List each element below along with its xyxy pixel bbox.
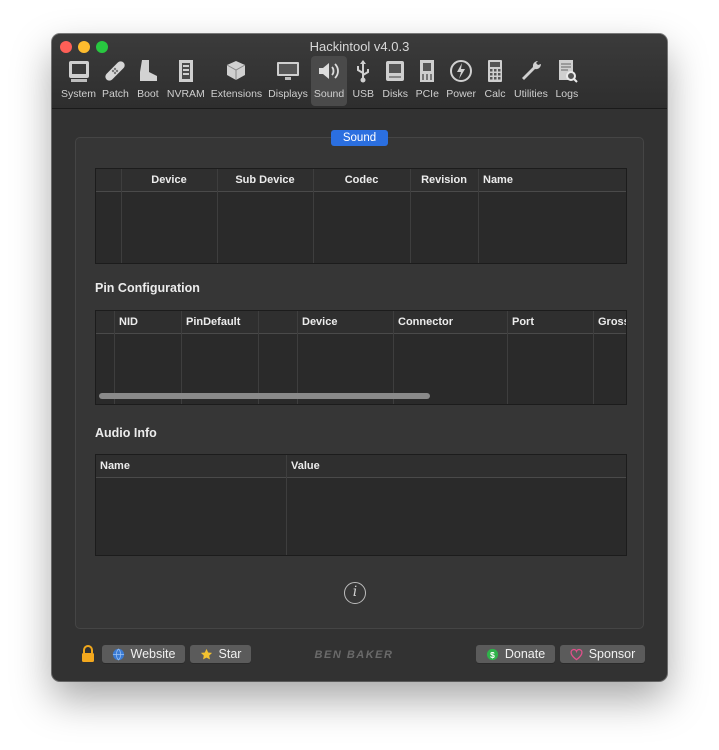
dollar-icon: $ — [486, 648, 498, 660]
star-icon — [200, 648, 212, 659]
column-divider — [114, 311, 115, 404]
column-divider — [593, 311, 594, 404]
pin-configuration-table[interactable]: NID PinDefault Device Connector Port Gro… — [95, 310, 627, 405]
horizontal-scrollbar[interactable] — [99, 393, 430, 399]
toolbar-label: Sound — [313, 88, 345, 100]
toolbar-item-boot[interactable]: Boot — [132, 56, 164, 106]
window-title: Hackintool v4.0.3 — [309, 39, 410, 54]
toolbar-label: Power — [446, 88, 476, 100]
toolbar-label: Boot — [137, 88, 159, 100]
extensions-icon — [223, 56, 249, 86]
column-header-name[interactable]: Name — [483, 169, 623, 191]
toolbar-item-calc[interactable]: Calc — [479, 56, 511, 106]
column-divider — [297, 311, 298, 404]
toolbar-item-patch[interactable]: Patch — [99, 56, 132, 106]
utilities-icon — [518, 56, 544, 86]
column-header-value[interactable]: Value — [291, 455, 591, 477]
column-divider — [393, 311, 394, 404]
toolbar-label: NVRAM — [166, 88, 205, 100]
star-button[interactable]: Star — [190, 645, 251, 663]
devices-table[interactable]: Device Sub Device Codec Revision Name — [95, 168, 627, 264]
toolbar-label: Patch — [102, 88, 129, 100]
column-divider — [478, 169, 479, 263]
toolbar-item-disks[interactable]: Disks — [379, 56, 411, 106]
ben-baker-logo: BEN BAKER — [314, 649, 394, 661]
displays-icon — [275, 56, 301, 86]
svg-text:$: $ — [490, 649, 495, 659]
column-header-port[interactable]: Port — [512, 311, 592, 333]
disks-icon — [382, 56, 408, 86]
info-button[interactable]: i — [344, 582, 366, 604]
column-header-connector[interactable]: Connector — [398, 311, 506, 333]
globe-icon — [112, 648, 124, 660]
donate-label: Donate — [504, 647, 546, 661]
column-divider — [258, 311, 259, 404]
pcie-icon — [414, 56, 440, 86]
patch-icon — [102, 56, 128, 86]
column-header-pindefault[interactable]: PinDefault — [186, 311, 256, 333]
logs-icon — [554, 56, 580, 86]
toolbar-item-system[interactable]: System — [58, 56, 99, 106]
website-button[interactable]: Website — [102, 645, 185, 663]
column-header-device[interactable]: Device — [302, 311, 392, 333]
column-header-revision[interactable]: Revision — [410, 169, 478, 191]
toolbar-label: Logs — [555, 88, 579, 100]
column-header-nid[interactable]: NID — [119, 311, 179, 333]
toolbar-label: Displays — [268, 88, 308, 100]
column-divider — [181, 311, 182, 404]
usb-icon — [350, 56, 376, 86]
column-divider — [286, 455, 287, 555]
toolbar-label: PCIe — [415, 88, 439, 100]
lock-icon[interactable] — [81, 645, 95, 663]
sponsor-button[interactable]: Sponsor — [560, 645, 645, 663]
toolbar-item-logs[interactable]: Logs — [551, 56, 583, 106]
column-header-name[interactable]: Name — [100, 455, 280, 477]
toolbar-label: USB — [352, 88, 375, 100]
toolbar-item-displays[interactable]: Displays — [265, 56, 311, 106]
toolbar-item-extensions[interactable]: Extensions — [208, 56, 265, 106]
heart-icon — [570, 648, 583, 660]
toolbar-label: System — [61, 88, 97, 100]
toolbar-item-sound[interactable]: Sound — [310, 56, 348, 106]
website-label: Website — [130, 647, 176, 661]
toolbar-item-power[interactable]: Power — [443, 56, 479, 106]
boot-icon — [135, 56, 161, 86]
toolbar-item-utilities[interactable]: Utilities — [511, 56, 551, 106]
star-label: Star — [218, 647, 242, 661]
calc-icon — [482, 56, 508, 86]
toolbar-item-usb[interactable]: USB — [347, 56, 379, 106]
app-window: Hackintool v4.0.3 System Patch Boot NVRA… — [52, 34, 667, 681]
column-header-sub-device[interactable]: Sub Device — [217, 169, 313, 191]
column-header-device[interactable]: Device — [121, 169, 217, 191]
toolbar-label: Disks — [382, 88, 409, 100]
power-icon — [448, 56, 474, 86]
system-icon — [66, 56, 92, 86]
toolbar-label: Utilities — [514, 88, 548, 100]
toolbar-label: Calc — [484, 88, 506, 100]
sponsor-label: Sponsor — [588, 647, 636, 661]
toolbar-label: Extensions — [210, 88, 263, 100]
column-header-gross[interactable]: Gross — [598, 311, 626, 333]
titlebar: Hackintool v4.0.3 System Patch Boot NVRA… — [52, 34, 667, 109]
nvram-icon — [173, 56, 199, 86]
pin-configuration-title: Pin Configuration — [95, 281, 200, 295]
bottom-bar: Website Star BEN BAKER $ Donate Sponsor — [52, 641, 667, 667]
column-divider — [507, 311, 508, 404]
audio-info-table[interactable]: Name Value — [95, 454, 627, 556]
sound-icon — [316, 56, 342, 86]
toolbar-item-nvram[interactable]: NVRAM — [164, 56, 208, 106]
toolbar: System Patch Boot NVRAM Extensions Displ… — [58, 56, 583, 106]
column-header-codec[interactable]: Codec — [313, 169, 410, 191]
audio-info-title: Audio Info — [95, 426, 157, 440]
toolbar-item-pcie[interactable]: PCIe — [411, 56, 443, 106]
donate-button[interactable]: $ Donate — [476, 645, 555, 663]
tab-sound[interactable]: Sound — [331, 130, 388, 146]
